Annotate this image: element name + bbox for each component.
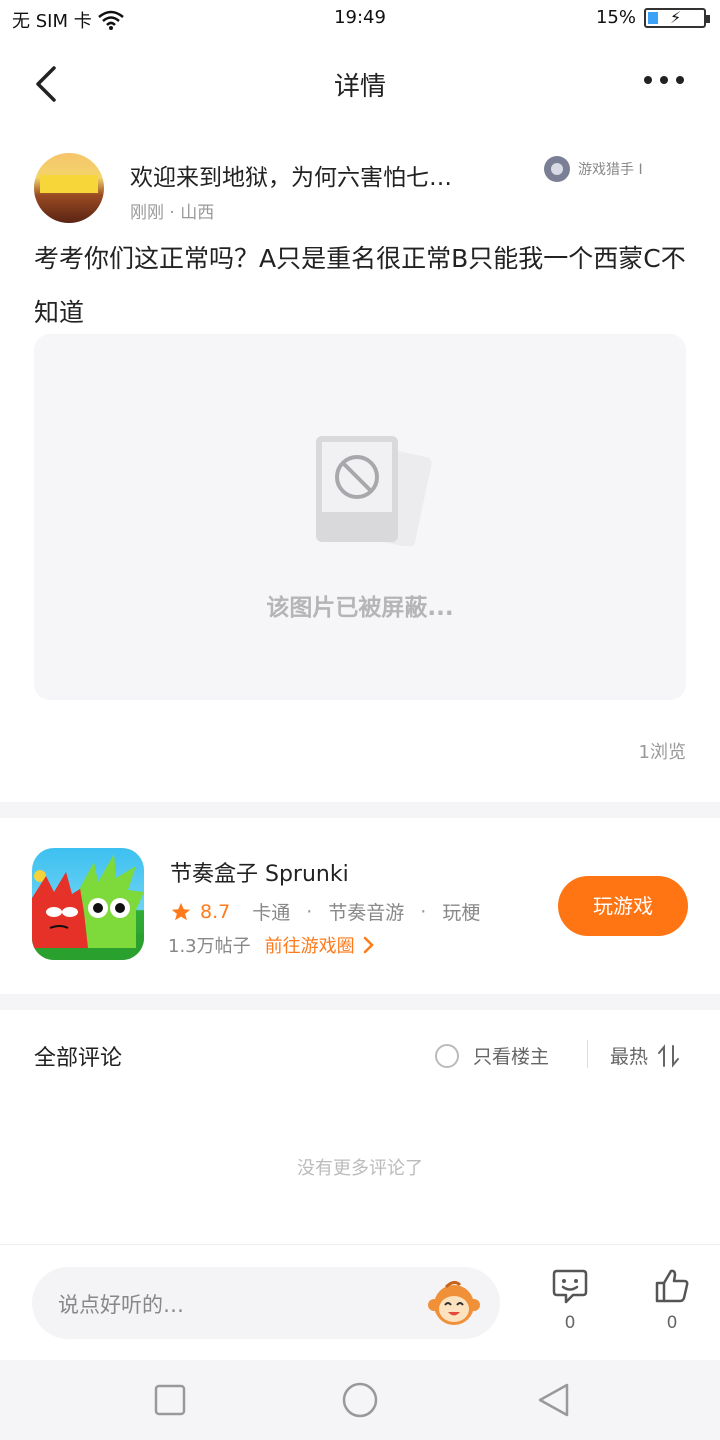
like-count: 0 (666, 1313, 678, 1333)
game-post-count: 1.3万帖子 (168, 936, 251, 957)
chevron-right-icon (363, 936, 374, 954)
user-tag-label: 游戏猎手 I (578, 162, 643, 178)
sort-icon (658, 1043, 680, 1068)
thumbs-up-icon (655, 1269, 689, 1303)
user-tag[interactable]: 游戏猎手 I (544, 156, 643, 182)
post-card: 欢迎来到地狱，为何六害怕七… 刚刚 · 山西 游戏猎手 I 考考你们这正常吗？A… (0, 130, 720, 802)
game-card[interactable]: 节奏盒子 Sprunki 8.7 卡通 · 节奏音游 · 玩梗 1.3万帖子 前… (0, 818, 720, 994)
monkey-mascot-icon[interactable] (428, 1279, 480, 1327)
play-game-button[interactable]: 玩游戏 (558, 876, 688, 936)
avatar[interactable] (34, 153, 104, 223)
comments-title: 全部评论 (34, 1046, 123, 1071)
battery-percent: 15% (595, 7, 636, 28)
game-score: 8.7 (200, 900, 231, 923)
more-icon[interactable] (642, 66, 686, 96)
status-bar: 无 SIM 卡 19:49 15% ⚡ (0, 0, 720, 36)
view-count: 1浏览 (638, 742, 686, 763)
blocked-image-text: 该图片已被屏蔽... (266, 595, 454, 621)
comment-count: 0 (564, 1313, 576, 1333)
post-meta: 刚刚 · 山西 (130, 203, 215, 223)
like-action[interactable]: 0 (642, 1267, 702, 1333)
bottom-action-bar: 说点好听的… 0 0 (0, 1244, 720, 1360)
comment-input-placeholder: 说点好听的… (58, 1293, 184, 1317)
sort-label: 最热 (610, 1046, 649, 1068)
nav-header: 详情 (0, 36, 720, 130)
game-rating-row: 8.7 卡通 · 节奏音游 · 玩梗 (170, 898, 480, 925)
game-artwork (32, 854, 144, 960)
post-body: 考考你们这正常吗？A只是重名很正常B只能我一个西蒙C不知道 (34, 244, 686, 327)
home-icon[interactable] (340, 1380, 380, 1420)
badge-icon (544, 156, 570, 182)
battery-icon: ⚡ (644, 7, 710, 28)
comment-input[interactable]: 说点好听的… (32, 1267, 500, 1339)
sort-button[interactable]: 最热 (610, 1042, 680, 1069)
blocked-image-icon (316, 436, 432, 546)
game-tag: 玩梗 (442, 902, 481, 924)
page-title: 详情 (333, 72, 386, 102)
star-icon (171, 902, 191, 920)
game-posts-row: 1.3万帖子 前往游戏圈 (168, 932, 375, 958)
goto-game-circle-label: 前往游戏圈 (264, 936, 355, 957)
comment-icon (552, 1269, 588, 1304)
recent-apps-icon[interactable] (150, 1380, 190, 1420)
game-tag: 卡通 (252, 902, 291, 924)
radio-icon[interactable] (435, 1043, 459, 1068)
system-back-icon[interactable] (534, 1380, 574, 1420)
owner-only-toggle[interactable]: 只看楼主 (435, 1042, 549, 1069)
blocked-image-placeholder: 该图片已被屏蔽... (34, 334, 686, 700)
status-right: 15% ⚡ (595, 7, 710, 28)
game-tag: 节奏音游 (328, 902, 405, 924)
divider (587, 1040, 588, 1068)
goto-game-circle-link[interactable]: 前往游戏圈 (265, 932, 375, 958)
post-title[interactable]: 欢迎来到地狱，为何六害怕七… (130, 158, 530, 192)
game-name[interactable]: 节奏盒子 Sprunki (170, 856, 349, 888)
comments-section: 全部评论 只看楼主 最热 没有更多评论了 (0, 1010, 720, 1244)
no-more-comments-text: 没有更多评论了 (297, 1158, 423, 1179)
owner-only-label: 只看楼主 (473, 1046, 550, 1068)
game-icon[interactable] (32, 848, 144, 960)
system-nav-bar (0, 1360, 720, 1440)
comment-action[interactable]: 0 (540, 1267, 600, 1333)
